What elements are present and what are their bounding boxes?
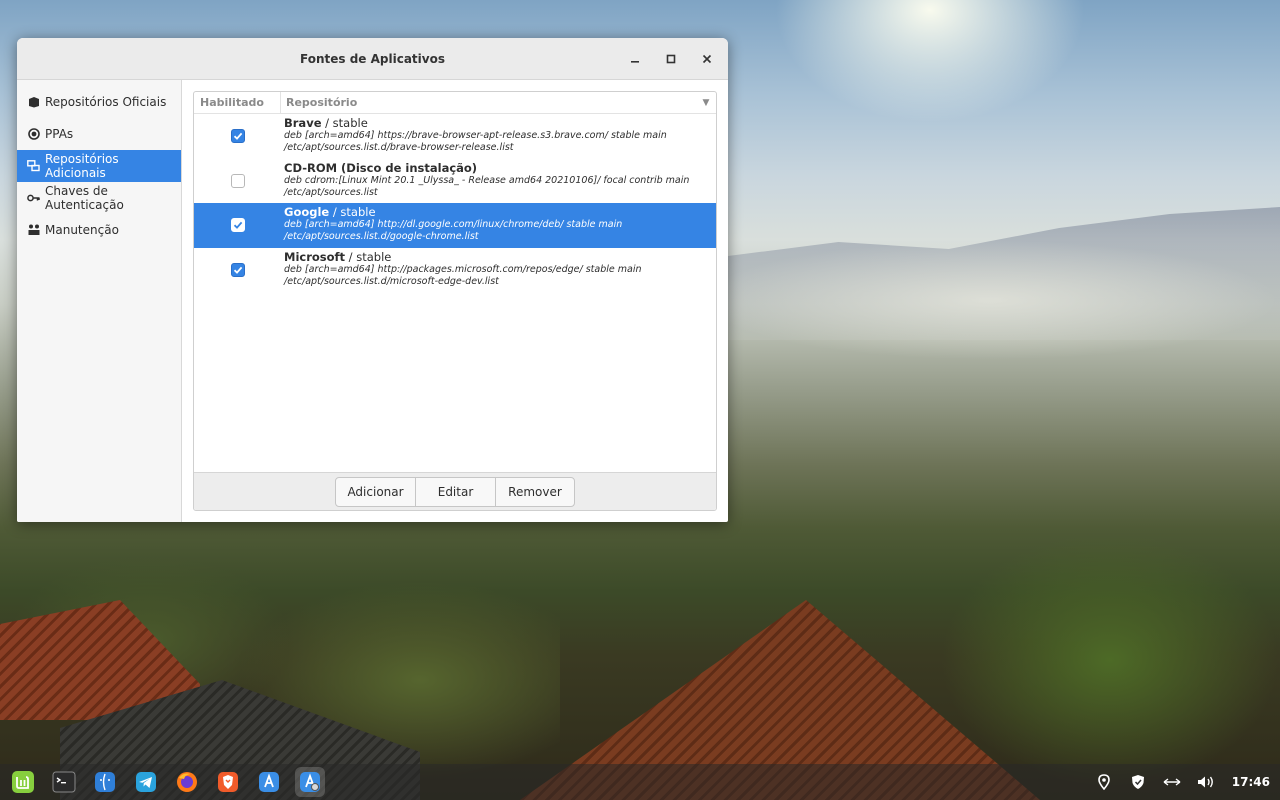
sidebar-item-authentication-keys[interactable]: Chaves de Autenticação bbox=[17, 182, 181, 214]
firefox-icon bbox=[177, 772, 197, 792]
network-icon bbox=[27, 160, 40, 173]
software-sources-icon bbox=[300, 772, 320, 792]
software-manager-launcher[interactable] bbox=[254, 767, 284, 797]
tools-icon bbox=[27, 224, 40, 237]
table-row[interactable]: CD-ROM (Disco de instalação) deb cdrom:[… bbox=[194, 159, 716, 204]
add-button[interactable]: Adicionar bbox=[336, 477, 416, 506]
enabled-checkbox[interactable] bbox=[230, 218, 245, 233]
repo-name: Brave / stable bbox=[284, 116, 368, 130]
files-icon bbox=[95, 772, 115, 792]
sidebar: Repositórios Oficiais PPAs Repositórios … bbox=[17, 80, 182, 522]
enabled-checkbox[interactable] bbox=[230, 129, 245, 144]
sidebar-item-label: Repositórios Adicionais bbox=[45, 152, 119, 180]
firefox-launcher[interactable] bbox=[172, 767, 202, 797]
repo-source-line: deb [arch=amd64] http://dl.google.com/li… bbox=[284, 219, 623, 230]
telegram-icon bbox=[136, 772, 156, 792]
window-title: Fontes de Aplicativos bbox=[300, 51, 445, 66]
location-icon[interactable] bbox=[1094, 772, 1114, 792]
remove-button[interactable]: Remover bbox=[496, 478, 574, 506]
window-controls bbox=[614, 46, 722, 72]
close-button[interactable] bbox=[692, 46, 722, 72]
repo-source-line: deb [arch=amd64] http://packages.microso… bbox=[284, 263, 642, 275]
sidebar-item-ppas[interactable]: PPAs bbox=[17, 118, 181, 150]
enabled-checkbox[interactable] bbox=[230, 173, 245, 188]
repo-name: CD-ROM (Disco de instalação) bbox=[284, 160, 478, 175]
system-tray: 17:46 bbox=[1094, 764, 1280, 800]
maximize-icon bbox=[666, 54, 676, 64]
terminal-launcher[interactable] bbox=[49, 767, 79, 797]
sidebar-item-label: Chaves de Autenticação bbox=[45, 184, 124, 212]
enabled-checkbox[interactable] bbox=[230, 262, 245, 277]
sidebar-item-maintenance[interactable]: Manutenção bbox=[17, 214, 181, 246]
column-header-repository[interactable]: Repositório bbox=[281, 92, 696, 113]
check-icon bbox=[233, 222, 242, 230]
table-header: Habilitado Repositório ▼ bbox=[194, 92, 716, 114]
edit-button[interactable]: Editar bbox=[416, 477, 496, 506]
repo-name: Microsoft / stable bbox=[284, 249, 392, 264]
target-icon bbox=[27, 128, 40, 141]
software-manager-icon bbox=[259, 772, 279, 792]
software-sources-launcher[interactable] bbox=[295, 767, 325, 797]
check-icon bbox=[233, 133, 242, 141]
files-launcher[interactable] bbox=[90, 767, 120, 797]
action-button-group: Adicionar Editar Remover bbox=[335, 476, 575, 507]
sort-arrow-icon[interactable]: ▼ bbox=[696, 98, 716, 108]
repo-file-path: /etc/apt/sources.list.d/google-chrome.li… bbox=[284, 231, 479, 242]
sidebar-item-additional-repositories[interactable]: Repositórios Adicionais bbox=[17, 150, 181, 182]
repo-file-path: /etc/apt/sources.list.d/microsoft-edge-d… bbox=[284, 275, 499, 287]
volume-icon[interactable] bbox=[1196, 772, 1216, 792]
repo-source-line: deb cdrom:[Linux Mint 20.1 _Ulyssa_ - Re… bbox=[284, 174, 690, 186]
network-status-icon[interactable] bbox=[1162, 772, 1182, 792]
minimize-icon bbox=[631, 61, 639, 63]
close-icon bbox=[702, 54, 712, 64]
table-row[interactable]: Microsoft / stable deb [arch=amd64] http… bbox=[194, 248, 716, 293]
taskbar: 17:46 bbox=[0, 764, 1280, 800]
repo-name: Google / stable bbox=[284, 205, 376, 219]
wallpaper-fog bbox=[700, 240, 1280, 360]
sidebar-item-label: Manutenção bbox=[45, 223, 119, 237]
check-icon bbox=[233, 266, 242, 274]
maximize-button[interactable] bbox=[656, 46, 686, 72]
table-row-selected[interactable]: Google / stable deb [arch=amd64] http://… bbox=[194, 203, 716, 248]
sidebar-item-label: PPAs bbox=[45, 127, 74, 141]
repo-source-line: deb [arch=amd64] https://brave-browser-a… bbox=[284, 130, 667, 141]
sidebar-item-official-repositories[interactable]: Repositórios Oficiais bbox=[17, 86, 181, 118]
list-toolbar: Adicionar Editar Remover bbox=[194, 472, 716, 510]
repository-list-panel: Habilitado Repositório ▼ Brave / stable … bbox=[193, 91, 717, 511]
key-icon bbox=[27, 192, 40, 205]
telegram-launcher[interactable] bbox=[131, 767, 161, 797]
mint-menu-button[interactable] bbox=[8, 767, 38, 797]
titlebar[interactable]: Fontes de Aplicativos bbox=[17, 38, 728, 80]
software-sources-window: Fontes de Aplicativos Repositórios Ofici… bbox=[17, 38, 728, 522]
repo-file-path: /etc/apt/sources.list bbox=[284, 186, 378, 198]
sidebar-item-label: Repositórios Oficiais bbox=[45, 95, 167, 109]
mint-menu-icon bbox=[12, 771, 34, 793]
clock[interactable]: 17:46 bbox=[1232, 775, 1270, 789]
brave-launcher[interactable] bbox=[213, 767, 243, 797]
content-area: Habilitado Repositório ▼ Brave / stable … bbox=[182, 80, 728, 522]
minimize-button[interactable] bbox=[620, 46, 650, 72]
shield-icon[interactable] bbox=[1128, 772, 1148, 792]
repo-file-path: /etc/apt/sources.list.d/brave-browser-re… bbox=[284, 142, 514, 153]
column-header-enabled[interactable]: Habilitado bbox=[194, 92, 281, 113]
launcher-area bbox=[0, 767, 336, 797]
terminal-icon bbox=[52, 771, 76, 793]
table-row[interactable]: Brave / stable deb [arch=amd64] https://… bbox=[194, 114, 716, 159]
package-icon bbox=[27, 96, 40, 109]
brave-icon bbox=[218, 772, 238, 792]
